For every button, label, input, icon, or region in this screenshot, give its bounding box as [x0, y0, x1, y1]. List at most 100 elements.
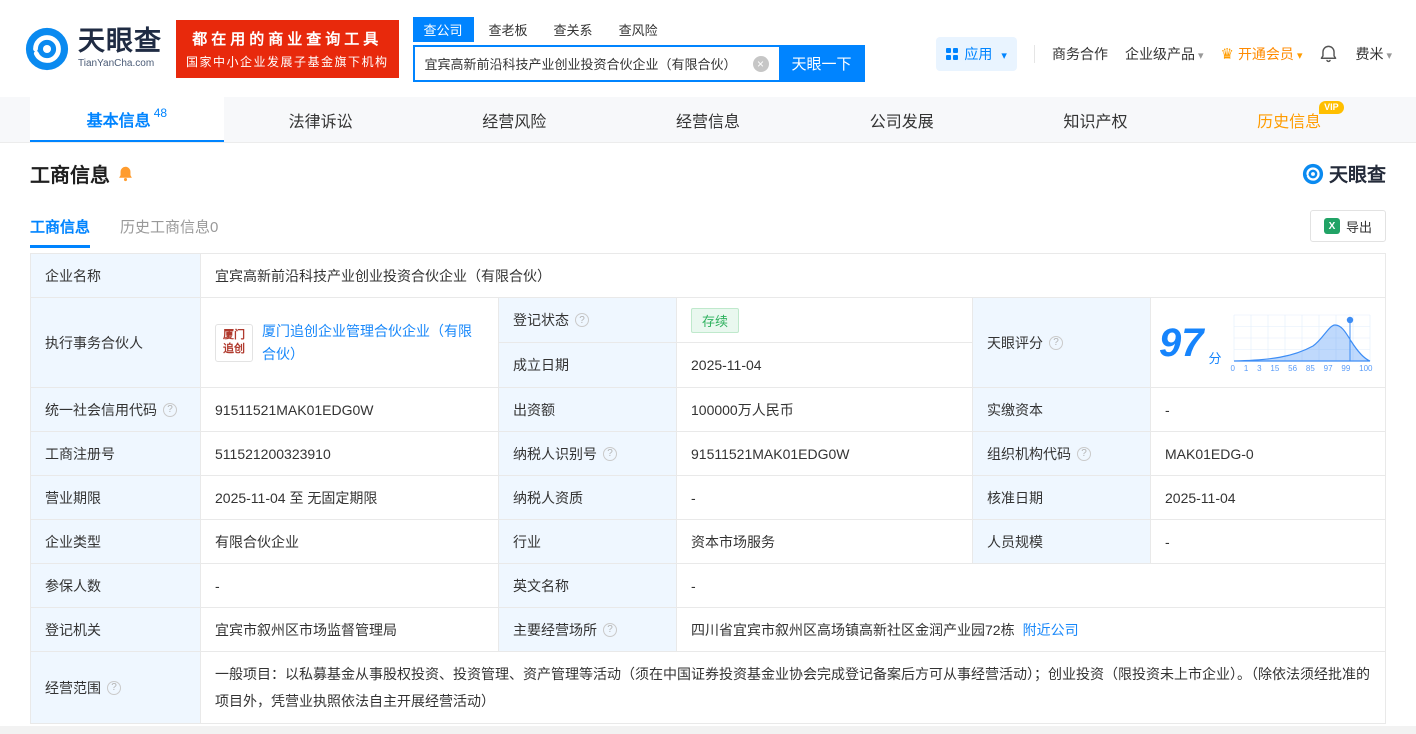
- approval-date-label: 核准日期: [973, 476, 1151, 520]
- search-button[interactable]: 天眼一下: [779, 45, 865, 82]
- help-icon[interactable]: [107, 681, 121, 695]
- org-code-label: 组织机构代码: [973, 432, 1151, 476]
- slogan-line1: 都在用的商业查询工具: [186, 28, 389, 49]
- search-tab-company[interactable]: 查公司: [413, 17, 474, 42]
- table-row: 工商注册号 511521200323910 纳税人识别号 91511521MAK…: [31, 432, 1386, 476]
- subscribe-bell-icon[interactable]: [117, 165, 134, 182]
- chevron-down-icon: [1383, 46, 1392, 62]
- section-header: 工商信息 天眼查: [30, 159, 1386, 188]
- english-name-value: -: [677, 564, 1386, 608]
- apps-menu[interactable]: 应用: [936, 37, 1017, 71]
- search-bar: 天眼一下: [413, 45, 865, 82]
- industry-value: 资本市场服务: [677, 520, 973, 564]
- taxpayer-quality-label: 纳税人资质: [499, 476, 677, 520]
- status-badge: 存续: [691, 308, 739, 333]
- menu-divider: [1034, 45, 1035, 63]
- company-type-label: 企业类型: [31, 520, 201, 564]
- notification-bell-icon[interactable]: [1319, 44, 1338, 63]
- score-unit: 分: [1209, 348, 1222, 367]
- tab-intellectual-property[interactable]: 知识产权: [999, 97, 1193, 142]
- subtab-business-info[interactable]: 工商信息: [30, 216, 90, 237]
- slogan-line2: 国家中小企业发展子基金旗下机构: [186, 53, 389, 70]
- user-menu[interactable]: 费米: [1355, 44, 1392, 64]
- tianyancha-watermark: 天眼查: [1302, 160, 1386, 187]
- business-coop-link[interactable]: 商务合作: [1052, 44, 1108, 64]
- tab-history-info[interactable]: 历史信息 VIP: [1192, 97, 1386, 142]
- top-menu: 应用 商务合作 企业级产品 开通会员 费米: [936, 37, 1392, 71]
- approval-date-value: 2025-11-04: [1151, 476, 1386, 520]
- tab-basic-info-label: 基本信息: [87, 107, 151, 131]
- tab-basic-info-count: 48: [154, 106, 167, 120]
- tab-operation-info[interactable]: 经营信息: [611, 97, 805, 142]
- brand-domain: TianYanCha.com: [78, 58, 162, 69]
- paid-capital-label: 实缴资本: [973, 388, 1151, 432]
- search-tab-boss[interactable]: 查老板: [478, 17, 539, 42]
- table-row: 登记机关 宜宾市叙州区市场监督管理局 主要经营场所 四川省宜宾市叙州区高场镇高新…: [31, 608, 1386, 652]
- logo-text: 天眼查 TianYanCha.com: [78, 28, 162, 69]
- tianyancha-page: 天眼查 TianYanCha.com 都在用的商业查询工具 国家中小企业发展子基…: [0, 0, 1416, 734]
- reg-authority-label: 登记机关: [31, 608, 201, 652]
- slogan-banner: 都在用的商业查询工具 国家中小企业发展子基金旗下机构: [176, 20, 399, 78]
- nearby-companies-link[interactable]: 附近公司: [1023, 620, 1079, 640]
- taxpayer-quality-value: -: [677, 476, 973, 520]
- tab-legal-litigation[interactable]: 法律诉讼: [224, 97, 418, 142]
- tab-operation-risk[interactable]: 经营风险: [417, 97, 611, 142]
- business-term-label: 营业期限: [31, 476, 201, 520]
- export-button-label: 导出: [1346, 217, 1372, 236]
- export-button[interactable]: 导出: [1310, 210, 1386, 242]
- partner-company-link[interactable]: 厦门追创企业管理合伙企业（有限合伙）: [262, 320, 484, 365]
- vip-upgrade-link[interactable]: 开通会员: [1220, 44, 1302, 64]
- score-number: 97: [1159, 323, 1204, 363]
- enterprise-products-menu[interactable]: 企业级产品: [1125, 44, 1204, 64]
- excel-icon: [1324, 218, 1340, 234]
- search-input[interactable]: [425, 56, 753, 71]
- established-date-label: 成立日期: [499, 343, 677, 388]
- subtab-history-business-info[interactable]: 历史工商信息0: [120, 216, 218, 237]
- brand-name: 天眼查: [78, 28, 162, 55]
- footer-strip: [0, 726, 1416, 734]
- industry-label: 行业: [499, 520, 677, 564]
- tianyancha-logo[interactable]: 天眼查 TianYanCha.com: [24, 26, 162, 72]
- table-row: 执行事务合伙人 厦门 追创 厦门追创企业管理合伙企业（有限合伙） 登记状态 存续…: [31, 298, 1386, 388]
- tab-history-info-label: 历史信息: [1257, 108, 1321, 132]
- apps-menu-label: 应用: [964, 44, 992, 64]
- capital-value: 100000万人民币: [677, 388, 973, 432]
- chevron-down-icon: [1294, 46, 1303, 62]
- help-icon[interactable]: [163, 403, 177, 417]
- partner-label: 执行事务合伙人: [31, 298, 201, 388]
- address-value: 四川省宜宾市叙州区高场镇高新社区金润产业园72栋 附近公司: [677, 608, 1386, 652]
- sub-tabs: 工商信息 历史工商信息0 导出: [30, 210, 1386, 242]
- established-date-value: 2025-11-04: [677, 343, 973, 388]
- staff-size-value: -: [1151, 520, 1386, 564]
- search-tabs: 查公司 查老板 查关系 查风险: [413, 17, 865, 42]
- search-area: 查公司 查老板 查关系 查风险 天眼一下: [413, 17, 865, 82]
- score-label: 天眼评分: [973, 298, 1151, 388]
- search-tab-risk[interactable]: 查风险: [608, 17, 669, 42]
- table-row: 参保人数 - 英文名称 -: [31, 564, 1386, 608]
- table-row: 统一社会信用代码 91511521MAK01EDG0W 出资额 100000万人…: [31, 388, 1386, 432]
- help-icon[interactable]: [575, 313, 589, 327]
- search-input-wrap: [413, 45, 779, 82]
- help-icon[interactable]: [603, 447, 617, 461]
- table-row: 企业名称 宜宾高新前沿科技产业创业投资合伙企业（有限合伙）: [31, 254, 1386, 298]
- main-content: 工商信息 天眼查 工商信息 历史工商信息0 导出: [0, 159, 1416, 724]
- help-icon[interactable]: [1077, 447, 1091, 461]
- help-icon[interactable]: [1049, 336, 1063, 350]
- top-header: 天眼查 TianYanCha.com 都在用的商业查询工具 国家中小企业发展子基…: [0, 0, 1416, 97]
- business-info-table: 企业名称 宜宾高新前沿科技产业创业投资合伙企业（有限合伙） 执行事务合伙人 厦门…: [30, 253, 1386, 724]
- business-scope-value: 一般项目：以私募基金从事股权投资、投资管理、资产管理等活动（须在中国证券投资基金…: [201, 652, 1386, 724]
- reg-number-label: 工商注册号: [31, 432, 201, 476]
- tab-company-development[interactable]: 公司发展: [805, 97, 999, 142]
- crown-icon: [1220, 45, 1233, 63]
- tab-basic-info[interactable]: 基本信息 48: [30, 97, 224, 142]
- capital-label: 出资额: [499, 388, 677, 432]
- table-row: 企业类型 有限合伙企业 行业 资本市场服务 人员规模 -: [31, 520, 1386, 564]
- staff-size-label: 人员规模: [973, 520, 1151, 564]
- partner-company-logo[interactable]: 厦门 追创: [215, 324, 253, 362]
- search-tab-relation[interactable]: 查关系: [543, 17, 604, 42]
- tianyancha-watermark-text: 天眼查: [1329, 160, 1386, 187]
- help-icon[interactable]: [603, 623, 617, 637]
- vip-upgrade-label: 开通会员: [1238, 44, 1294, 64]
- clear-search-icon[interactable]: [753, 56, 769, 72]
- company-name-value: 宜宾高新前沿科技产业创业投资合伙企业（有限合伙）: [201, 254, 1386, 298]
